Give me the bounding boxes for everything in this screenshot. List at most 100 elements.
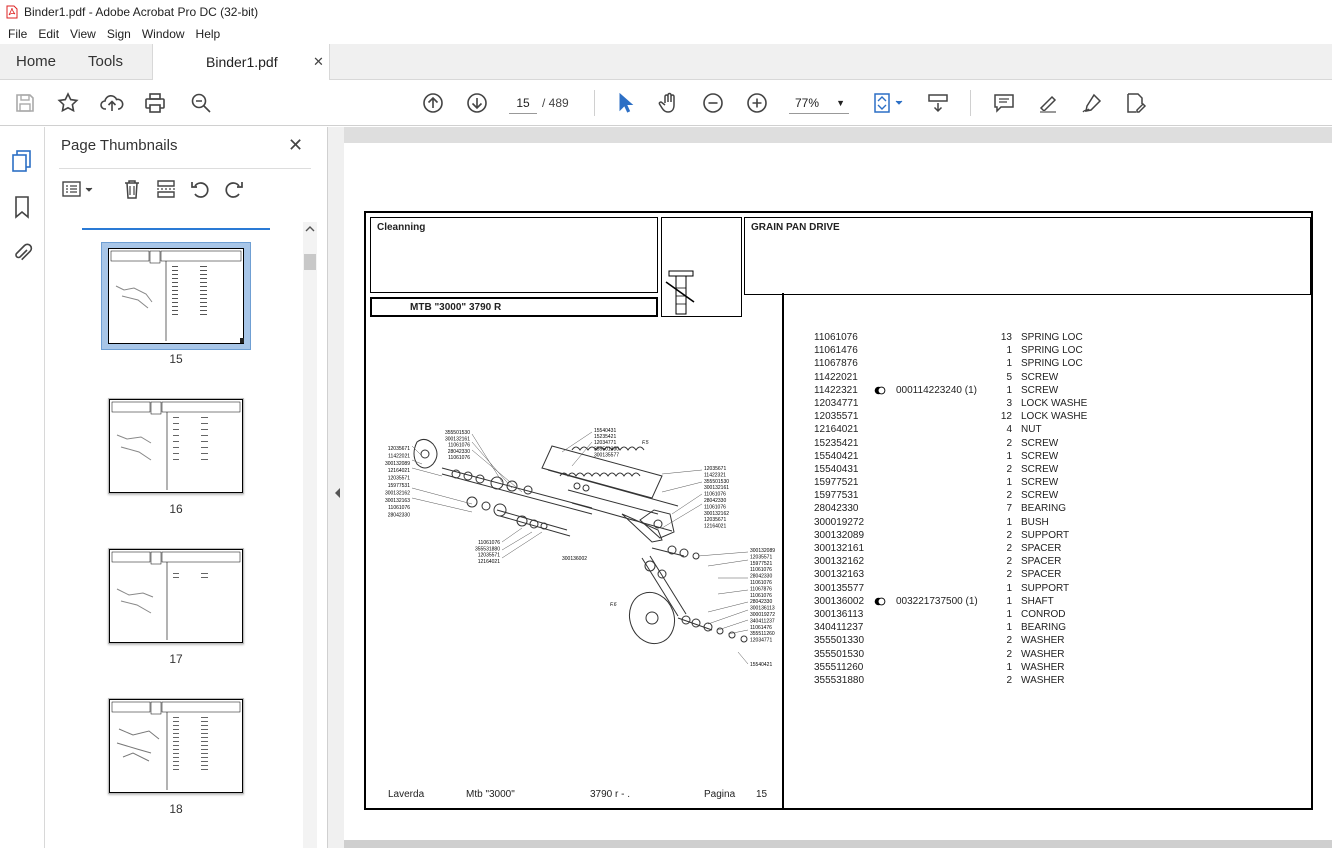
thumbnail-page-label: 16 bbox=[169, 502, 183, 516]
part-quantity: 1 bbox=[1006, 608, 1012, 620]
part-code: 300132089 bbox=[814, 529, 865, 541]
zoom-level-select[interactable]: 77% ▼ bbox=[789, 92, 849, 114]
part-quantity: 2 bbox=[1006, 437, 1012, 449]
diagram-callout-label: 12034771 bbox=[594, 440, 616, 446]
diagram-callout-label: 12035571 bbox=[478, 553, 500, 559]
diagram-callout-label: 12164021 bbox=[388, 468, 410, 474]
diagram-callout-label: 355501530 bbox=[445, 430, 470, 436]
scrollbar-thumb[interactable] bbox=[304, 254, 316, 270]
part-description: SCREW bbox=[1021, 450, 1059, 462]
part-code: 355501330 bbox=[814, 635, 865, 647]
part-quantity: 4 bbox=[1006, 424, 1012, 436]
part-code: 15977521 bbox=[814, 477, 859, 489]
select-cursor-icon[interactable] bbox=[613, 91, 637, 115]
thumbnail-page-18[interactable] bbox=[108, 698, 244, 794]
part-quantity: 1 bbox=[1006, 450, 1012, 462]
part-replacement-ref: 003221737500 (1) bbox=[896, 595, 978, 607]
thumbnail-options-icon[interactable] bbox=[61, 178, 97, 200]
hand-tool-icon[interactable] bbox=[657, 91, 681, 115]
delete-trash-icon[interactable] bbox=[121, 178, 143, 200]
replacement-marker-icon bbox=[874, 386, 886, 395]
part-quantity: 12 bbox=[1000, 411, 1012, 423]
diagram-callout-label: 11061076 bbox=[478, 540, 500, 546]
menu-view[interactable]: View bbox=[70, 27, 96, 41]
close-panel-icon[interactable]: ✕ bbox=[288, 135, 303, 156]
part-quantity: 1 bbox=[1006, 345, 1012, 357]
fill-sign-icon[interactable] bbox=[1124, 91, 1148, 115]
thumbnail-page-17[interactable] bbox=[108, 548, 244, 644]
diagram-callout-label: 355501530 bbox=[704, 479, 729, 485]
next-page-icon[interactable] bbox=[465, 91, 489, 115]
save-icon[interactable] bbox=[13, 91, 37, 115]
rotate-left-icon[interactable] bbox=[189, 178, 211, 200]
page-thumbnails-icon[interactable] bbox=[11, 149, 33, 173]
part-replacement-ref: 000114223240 (1) bbox=[896, 384, 977, 396]
scroll-mode-icon[interactable] bbox=[926, 91, 950, 115]
part-code: 300132162 bbox=[814, 556, 865, 568]
grain-pan-symbol-icon bbox=[665, 270, 695, 315]
part-code: 28042330 bbox=[814, 503, 859, 515]
tab-tools[interactable]: Tools bbox=[88, 44, 123, 80]
diagram-callout-label: 15977531 bbox=[388, 483, 410, 489]
part-code: 11422321 bbox=[814, 384, 858, 396]
scroll-up-arrow-icon[interactable] bbox=[303, 222, 317, 236]
attachments-paperclip-icon[interactable] bbox=[11, 241, 33, 265]
draw-sign-icon[interactable] bbox=[1080, 91, 1104, 115]
zoom-in-icon[interactable] bbox=[745, 91, 769, 115]
highlight-pen-icon[interactable] bbox=[1036, 91, 1060, 115]
diagram-callout-label: 28042330 bbox=[448, 449, 470, 455]
close-tab-icon[interactable]: ✕ bbox=[313, 44, 324, 80]
menu-window[interactable]: Window bbox=[142, 27, 185, 41]
menu-bar: File Edit View Sign Window Help bbox=[0, 24, 1332, 44]
menu-edit[interactable]: Edit bbox=[38, 27, 59, 41]
part-code: 300019272 bbox=[814, 516, 865, 528]
extract-pages-icon[interactable] bbox=[155, 178, 177, 200]
diagram-callout-label: 12035671 bbox=[388, 446, 410, 452]
left-rail bbox=[0, 127, 45, 848]
part-code: 15235421 bbox=[814, 437, 859, 449]
part-description: SCREW bbox=[1021, 477, 1059, 489]
fit-page-icon[interactable] bbox=[872, 91, 906, 115]
menu-help[interactable]: Help bbox=[196, 27, 221, 41]
tab-document[interactable]: Binder1.pdf ✕ bbox=[152, 44, 330, 81]
part-description: SUPPORT bbox=[1021, 529, 1070, 541]
part-description: SPRING LOC bbox=[1021, 332, 1083, 343]
panel-collapse-handle[interactable] bbox=[328, 127, 344, 848]
thumbnail-page-15[interactable] bbox=[108, 248, 244, 344]
thumbnail-page-16[interactable] bbox=[108, 398, 244, 494]
part-quantity: 2 bbox=[1006, 569, 1012, 581]
page-number-input[interactable]: 15 bbox=[509, 92, 537, 114]
diagram-callout-label: 300135577 bbox=[594, 452, 619, 458]
part-quantity: 1 bbox=[1006, 358, 1012, 370]
upload-cloud-icon[interactable] bbox=[100, 91, 124, 115]
figure-reference-label: F.6 bbox=[610, 602, 617, 608]
thumbnail-page-label: 18 bbox=[169, 802, 183, 816]
part-code: 11061476 bbox=[814, 345, 858, 357]
diagram-callout-label: 11422021 bbox=[388, 453, 410, 459]
diagram-callout-label: 15540431 bbox=[594, 428, 616, 434]
part-quantity: 1 bbox=[1006, 477, 1012, 489]
comment-icon[interactable] bbox=[992, 91, 1016, 115]
bookmark-star-icon[interactable] bbox=[56, 91, 80, 115]
tab-home[interactable]: Home bbox=[16, 44, 56, 80]
zoom-search-icon[interactable] bbox=[189, 91, 213, 115]
footer-model: Mtb "3000" bbox=[466, 789, 515, 800]
part-description: WASHER bbox=[1021, 661, 1065, 673]
thumbnail-scrollbar[interactable] bbox=[303, 222, 317, 848]
menu-sign[interactable]: Sign bbox=[107, 27, 131, 41]
bookmarks-icon[interactable] bbox=[11, 195, 33, 219]
menu-file[interactable]: File bbox=[8, 27, 27, 41]
part-code: 12164021 bbox=[814, 424, 859, 436]
tab-bar: Home Tools Binder1.pdf ✕ bbox=[0, 44, 1332, 81]
diagram-callout-label: 12164021 bbox=[478, 559, 500, 565]
part-quantity: 1 bbox=[1006, 516, 1012, 528]
zoom-out-icon[interactable] bbox=[701, 91, 725, 115]
diagram-callout-label: 11422321 bbox=[704, 472, 726, 478]
rotate-right-icon[interactable] bbox=[223, 178, 245, 200]
previous-page-icon[interactable] bbox=[421, 91, 445, 115]
thumbnail-scroll-indicator bbox=[82, 228, 270, 230]
print-icon[interactable] bbox=[143, 91, 167, 115]
column-divider bbox=[782, 293, 784, 810]
replacement-marker-icon bbox=[874, 597, 886, 606]
page-gap bbox=[344, 840, 1332, 848]
